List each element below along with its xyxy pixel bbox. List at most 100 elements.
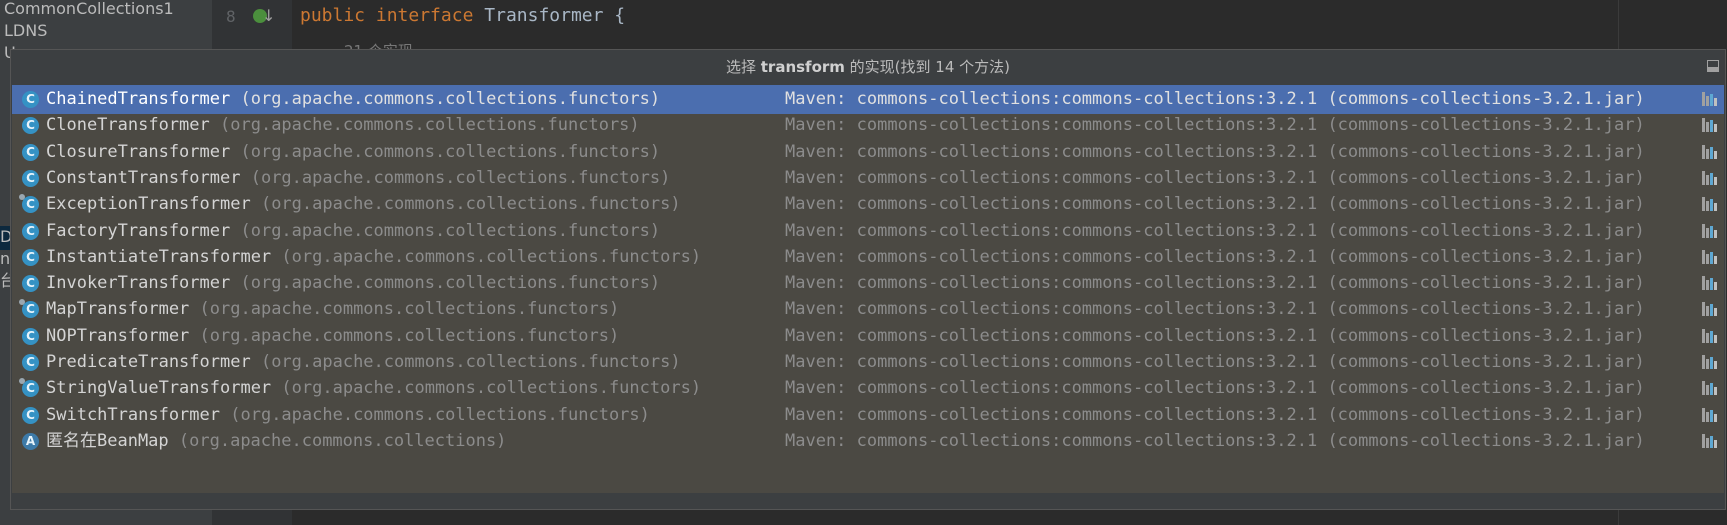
library-icon bbox=[1702, 249, 1718, 264]
package-name: (org.apache.commons.collections.functors… bbox=[240, 273, 661, 294]
implementation-row[interactable]: C ConstantTransformer (org.apache.commons… bbox=[12, 164, 1724, 193]
library-icon bbox=[1702, 223, 1718, 238]
keyword-public: public bbox=[300, 5, 366, 26]
class-name: FactoryTransformer bbox=[46, 220, 231, 241]
class-icon: C bbox=[22, 275, 39, 293]
implementation-row[interactable]: C FactoryTransformer (org.apache.commons.… bbox=[12, 217, 1724, 246]
maven-library-label: Maven: commons-collections:commons-colle… bbox=[785, 378, 1645, 399]
implementation-row[interactable]: C CloneTransformer (org.apache.commons.co… bbox=[12, 111, 1724, 140]
maven-library-label: Maven: commons-collections:commons-colle… bbox=[785, 89, 1645, 109]
maven-library-label: Maven: commons-collections:commons-colle… bbox=[785, 194, 1645, 215]
class-name: CloneTransformer bbox=[46, 115, 210, 136]
popup-title-suffix: 的实现(找到 14 个方法) bbox=[844, 58, 1011, 76]
tree-item-commoncollections1[interactable]: CommonCollections1 bbox=[4, 0, 174, 20]
library-icon bbox=[1702, 197, 1718, 212]
maven-library-label: Maven: commons-collections:commons-colle… bbox=[785, 273, 1645, 294]
implementation-class-name: ChainedTransformer (org.apache.commons.c… bbox=[46, 85, 660, 114]
library-icon bbox=[1702, 118, 1718, 133]
library-icon bbox=[1702, 92, 1718, 106]
maven-library-label: Maven: commons-collections:commons-colle… bbox=[785, 220, 1645, 241]
implementation-class-name: ExceptionTransformer (org.apache.commons… bbox=[46, 190, 681, 219]
library-icon bbox=[1702, 144, 1718, 159]
popup-title-method: transform bbox=[760, 58, 845, 76]
package-name: (org.apache.commons.collections.functors… bbox=[240, 220, 661, 241]
tree-item-ldns[interactable]: LDNS bbox=[4, 20, 47, 42]
class-name: ExceptionTransformer bbox=[46, 194, 251, 215]
class-icon: C bbox=[22, 222, 39, 240]
library-icon bbox=[1702, 276, 1718, 291]
package-name: (org.apache.commons.collections.functors… bbox=[260, 194, 681, 215]
implementation-class-name: SwitchTransformer (org.apache.commons.co… bbox=[46, 401, 650, 430]
class-name: InstantiateTransformer bbox=[46, 246, 272, 267]
implementation-list: C ChainedTransformer (org.apache.commons.… bbox=[12, 85, 1724, 493]
package-name: (org.apache.commons.collections.functors… bbox=[220, 115, 640, 136]
class-name: ClosureTransformer bbox=[46, 141, 231, 162]
class-name: NOPTransformer bbox=[46, 325, 190, 346]
implementation-row[interactable]: A 匿名在BeanMap (org.apache.commons.collecti… bbox=[12, 427, 1724, 456]
implementation-class-name: StringValueTransformer (org.apache.commo… bbox=[46, 374, 701, 403]
maven-library-label: Maven: commons-collections:commons-colle… bbox=[785, 115, 1645, 136]
class-icon: C bbox=[19, 378, 39, 398]
implementation-class-name: InvokerTransformer (org.apache.commons.c… bbox=[46, 269, 660, 298]
package-name: (org.apache.commons.collections.functors… bbox=[281, 246, 702, 267]
pin-window-icon[interactable] bbox=[1707, 60, 1719, 72]
class-name: MapTransformer bbox=[46, 299, 190, 320]
package-name: (org.apache.commons.collections.functors… bbox=[260, 352, 681, 372]
library-icon bbox=[1702, 170, 1718, 185]
implementation-row[interactable]: C MapTransformer (org.apache.commons.coll… bbox=[12, 295, 1724, 324]
class-icon: C bbox=[19, 299, 39, 319]
maven-library-label: Maven: commons-collections:commons-colle… bbox=[785, 404, 1645, 425]
implementation-class-name: ClosureTransformer (org.apache.commons.c… bbox=[46, 138, 660, 167]
maven-library-label: Maven: commons-collections:commons-colle… bbox=[785, 299, 1645, 320]
implementation-row[interactable]: C SwitchTransformer (org.apache.commons.c… bbox=[12, 401, 1724, 430]
implementation-row[interactable]: C ClosureTransformer (org.apache.commons.… bbox=[12, 138, 1724, 167]
anonymous-class-icon: A bbox=[22, 432, 39, 450]
down-arrow-icon[interactable]: ↓ bbox=[262, 6, 275, 25]
implementation-class-name: ConstantTransformer (org.apache.commons.… bbox=[46, 164, 670, 193]
class-icon: C bbox=[22, 169, 39, 187]
line-number: 8 bbox=[226, 7, 236, 26]
popup-title-prefix: 选择 bbox=[725, 58, 761, 76]
maven-library-label: Maven: commons-collections:commons-colle… bbox=[785, 141, 1645, 162]
library-icon bbox=[1702, 407, 1718, 422]
implementation-row[interactable]: C ChainedTransformer (org.apache.commons.… bbox=[12, 85, 1724, 114]
implementation-row[interactable]: C PredicateTransformer (org.apache.common… bbox=[12, 348, 1724, 377]
class-name: ChainedTransformer bbox=[46, 89, 231, 109]
maven-library-label: Maven: commons-collections:commons-colle… bbox=[785, 246, 1645, 267]
maven-library-label: Maven: commons-collections:commons-colle… bbox=[785, 430, 1645, 451]
implementation-row[interactable]: C InstantiateTransformer (org.apache.comm… bbox=[12, 243, 1724, 272]
class-name: SwitchTransformer bbox=[46, 404, 220, 425]
implementation-class-name: CloneTransformer (org.apache.commons.col… bbox=[46, 111, 640, 140]
maven-library-label: Maven: commons-collections:commons-colle… bbox=[785, 167, 1645, 188]
tree-item-n[interactable]: n bbox=[0, 248, 10, 270]
class-icon: C bbox=[22, 143, 39, 161]
implementation-row[interactable]: C StringValueTransformer (org.apache.comm… bbox=[12, 374, 1724, 403]
implementation-class-name: MapTransformer (org.apache.commons.colle… bbox=[46, 295, 619, 324]
class-name: InvokerTransformer bbox=[46, 273, 231, 294]
code-line-interface: public interface Transformer { bbox=[300, 5, 625, 26]
implementation-class-name: 匿名在BeanMap (org.apache.commons.collectio… bbox=[46, 427, 506, 456]
class-icon: C bbox=[19, 194, 39, 214]
class-name: 匿名在BeanMap bbox=[46, 430, 169, 451]
class-icon: C bbox=[22, 327, 39, 345]
implementation-class-name: NOPTransformer (org.apache.commons.colle… bbox=[46, 322, 619, 351]
library-icon bbox=[1702, 328, 1718, 343]
maven-library-label: Maven: commons-collections:commons-colle… bbox=[785, 325, 1645, 346]
interface-name: Transformer { bbox=[484, 5, 626, 26]
implementation-row[interactable]: C ExceptionTransformer (org.apache.common… bbox=[12, 190, 1724, 219]
implementation-class-name: FactoryTransformer (org.apache.commons.c… bbox=[46, 217, 660, 246]
class-name: PredicateTransformer bbox=[46, 352, 251, 372]
implementation-row[interactable]: C NOPTransformer (org.apache.commons.coll… bbox=[12, 322, 1724, 351]
implementation-row[interactable]: C InvokerTransformer (org.apache.commons.… bbox=[12, 269, 1724, 298]
maven-library-label: Maven: commons-collections:commons-colle… bbox=[785, 352, 1645, 372]
package-name: (org.apache.commons.collections.functors… bbox=[199, 299, 620, 320]
class-name: ConstantTransformer bbox=[46, 167, 241, 188]
class-icon: C bbox=[22, 91, 39, 108]
package-name: (org.apache.commons.collections) bbox=[178, 430, 507, 451]
implementation-class-name: InstantiateTransformer (org.apache.commo… bbox=[46, 243, 701, 272]
popup-title: 选择 transform 的实现(找到 14 个方法) bbox=[11, 50, 1725, 84]
package-name: (org.apache.commons.collections.functors… bbox=[250, 167, 671, 188]
package-name: (org.apache.commons.collections.functors… bbox=[199, 325, 620, 346]
library-icon bbox=[1702, 381, 1718, 396]
library-icon bbox=[1702, 355, 1718, 369]
